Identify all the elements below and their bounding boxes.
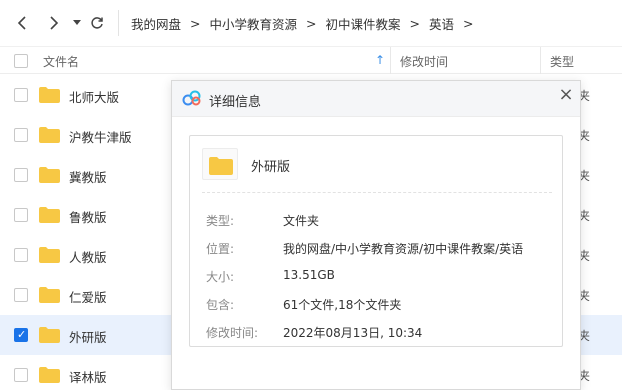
file-name: 鲁教版 [69, 210, 107, 225]
type-label: 类型: [206, 214, 235, 228]
details-card: 外研版 类型: 文件夹 位置: 我的网盘/中小学教育资源/初中课件教案/英语 大… [189, 135, 563, 347]
folder-icon [39, 127, 60, 143]
close-icon[interactable]: × [557, 84, 575, 105]
file-name: 人教版 [69, 250, 107, 265]
row-checkbox[interactable] [14, 248, 28, 262]
details-dialog: 详细信息 × 外研版 类型: 文件夹 位置: 我的网盘/中小学教育资源/初中课件… [171, 80, 581, 390]
type-value: 文件夹 [283, 214, 320, 228]
sort-up-icon[interactable]: ↑ [375, 53, 385, 67]
file-name: 冀教版 [69, 170, 107, 185]
contains-label: 包含: [206, 298, 235, 312]
row-checkbox[interactable] [14, 88, 28, 102]
breadcrumb-item-current[interactable]: 英语 [427, 14, 456, 33]
history-dropdown[interactable] [70, 12, 84, 34]
breadcrumb-item[interactable]: 初中课件教案 [324, 14, 403, 33]
chevron-right-icon [50, 16, 59, 30]
column-divider[interactable] [540, 47, 541, 74]
caret-down-icon [73, 20, 81, 25]
folder-icon [39, 327, 60, 343]
file-name: 仁爱版 [69, 290, 107, 305]
toolbar: 我的网盘 > 中小学教育资源 > 初中课件教案 > 英语 > [0, 0, 622, 46]
breadcrumb-separator: > [306, 16, 317, 31]
folder-icon [39, 87, 60, 103]
column-mtime-header[interactable]: 修改时间 [400, 53, 448, 70]
file-name: 沪教牛津版 [69, 130, 132, 145]
row-checkbox-checked[interactable]: ✓ [14, 328, 28, 342]
cloud-logo-icon [182, 90, 201, 106]
toolbar-divider [118, 10, 119, 36]
column-divider[interactable] [390, 47, 391, 74]
select-all-checkbox[interactable] [14, 54, 28, 68]
column-name-header[interactable]: 文件名 [43, 53, 79, 70]
folder-icon [39, 167, 60, 183]
refresh-icon [91, 17, 103, 29]
row-checkbox[interactable] [14, 368, 28, 382]
column-type-header[interactable]: 类型 [550, 53, 574, 70]
back-button[interactable] [12, 12, 34, 34]
row-checkbox[interactable] [14, 128, 28, 142]
file-name: 北师大版 [69, 90, 120, 105]
row-checkbox[interactable] [14, 208, 28, 222]
row-checkbox[interactable] [14, 168, 28, 182]
location-label: 位置: [206, 242, 235, 256]
dialog-title: 详细信息 [209, 95, 262, 110]
file-name: 译林版 [69, 370, 107, 385]
size-label: 大小: [206, 270, 235, 284]
folder-icon [209, 157, 233, 175]
folder-icon [39, 207, 60, 223]
mtime-label: 修改时间: [206, 326, 259, 340]
chevron-left-icon [17, 16, 26, 30]
breadcrumb: 我的网盘 > 中小学教育资源 > 初中课件教案 > 英语 > [129, 14, 481, 33]
location-value: 我的网盘/中小学教育资源/初中课件教案/英语 [283, 242, 524, 256]
column-header: 文件名 ↑ 修改时间 类型 [0, 46, 622, 74]
contains-value: 61个文件,18个文件夹 [283, 298, 402, 312]
folder-icon [39, 367, 60, 383]
divider [202, 192, 552, 193]
row-checkbox[interactable] [14, 288, 28, 302]
breadcrumb-separator: > [190, 16, 201, 31]
forward-button[interactable] [42, 12, 64, 34]
mtime-value: 2022年08月13日, 10:34 [283, 326, 423, 340]
folder-thumbnail [202, 148, 238, 180]
folder-icon [39, 287, 60, 303]
breadcrumb-item-root[interactable]: 我的网盘 [129, 14, 183, 33]
folder-icon [39, 247, 60, 263]
breadcrumb-separator: > [463, 16, 474, 31]
dialog-header: 详细信息 × [172, 81, 580, 117]
check-icon: ✓ [17, 328, 27, 341]
size-value: 13.51GB [283, 268, 335, 282]
breadcrumb-item[interactable]: 中小学教育资源 [208, 14, 300, 33]
refresh-button[interactable] [86, 12, 108, 34]
folder-name: 外研版 [251, 160, 291, 175]
breadcrumb-separator: > [409, 16, 420, 31]
file-name: 外研版 [69, 330, 107, 345]
